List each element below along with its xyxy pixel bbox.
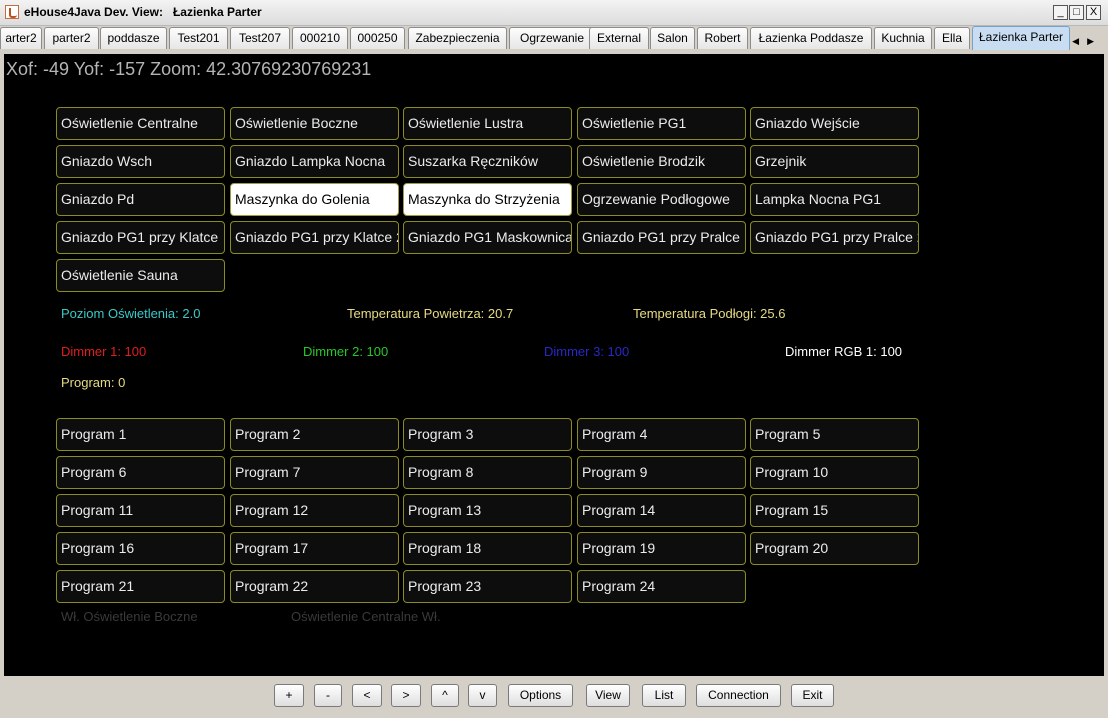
close-icon[interactable]: X (1086, 5, 1101, 20)
tab-zabezpieczenia[interactable]: Zabezpieczenia (408, 27, 507, 49)
dimmer-2-reading[interactable]: Dimmer 2: 100 (303, 344, 388, 359)
dimmer-rgb-reading[interactable]: Dimmer RGB 1: 100 (785, 344, 902, 359)
app-window: eHouse4Java Dev. View: Łazienka Parter _… (0, 0, 1108, 718)
list-button[interactable]: List (642, 684, 686, 707)
output-button-ogrzewanie-podlogowe[interactable]: Ogrzewanie Podłogowe (577, 183, 746, 216)
program-button-5[interactable]: Program 5 (750, 418, 919, 451)
program-button-15[interactable]: Program 15 (750, 494, 919, 527)
program-button-12[interactable]: Program 12 (230, 494, 399, 527)
tab-test201[interactable]: Test201 (169, 27, 228, 49)
zoom-out-button[interactable]: - (314, 684, 342, 707)
program-button-8[interactable]: Program 8 (403, 456, 572, 489)
output-button-oswietlenie-pg1[interactable]: Oświetlenie PG1 (577, 107, 746, 140)
output-button-gniazdo-wsch[interactable]: Gniazdo Wsch (56, 145, 225, 178)
program-button-19[interactable]: Program 19 (577, 532, 746, 565)
program-button-10[interactable]: Program 10 (750, 456, 919, 489)
room-view-canvas: Xof: -49 Yof: -157 Zoom: 42.307692307692… (4, 54, 1104, 676)
output-button-grzejnik[interactable]: Grzejnik (750, 145, 919, 178)
pan-down-button[interactable]: v (468, 684, 497, 707)
tab-test207[interactable]: Test207 (230, 27, 290, 49)
program-button-24[interactable]: Program 24 (577, 570, 746, 603)
program-button-11[interactable]: Program 11 (56, 494, 225, 527)
minimize-icon[interactable]: _ (1053, 5, 1068, 20)
title-bar: eHouse4Java Dev. View: Łazienka Parter _… (0, 0, 1108, 26)
window-title: eHouse4Java Dev. View: Łazienka Parter (24, 5, 262, 19)
program-button-22[interactable]: Program 22 (230, 570, 399, 603)
tab-poddasze[interactable]: poddasze (100, 27, 167, 49)
program-button-9[interactable]: Program 9 (577, 456, 746, 489)
dimmer-3-reading[interactable]: Dimmer 3: 100 (544, 344, 629, 359)
program-button-4[interactable]: Program 4 (577, 418, 746, 451)
connection-button[interactable]: Connection (696, 684, 781, 707)
floor-temperature-reading: Temperatura Podłogi: 25.6 (633, 306, 786, 321)
hint-left: Wł. Oświetlenie Boczne (61, 609, 198, 624)
program-button-13[interactable]: Program 13 (403, 494, 572, 527)
light-level-reading: Poziom Oświetlenia: 2.0 (61, 306, 201, 321)
view-button[interactable]: View (586, 684, 630, 707)
output-button-gniazdo-pg1-przy-klatce-2[interactable]: Gniazdo PG1 przy Klatce 2 (230, 221, 399, 254)
program-button-20[interactable]: Program 20 (750, 532, 919, 565)
pan-right-button[interactable]: > (391, 684, 421, 707)
program-reading: Program: 0 (61, 375, 126, 390)
tab-ella[interactable]: Ella (934, 27, 970, 49)
program-button-17[interactable]: Program 17 (230, 532, 399, 565)
output-button-oswietlenie-sauna[interactable]: Oświetlenie Sauna (56, 259, 225, 292)
tab-lazienka-poddasze[interactable]: Łazienka Poddasze (750, 27, 872, 49)
output-button-gniazdo-lampka-nocna[interactable]: Gniazdo Lampka Nocna (230, 145, 399, 178)
output-button-oswietlenie-lustra[interactable]: Oświetlenie Lustra (403, 107, 572, 140)
output-button-oswietlenie-brodzik[interactable]: Oświetlenie Brodzik (577, 145, 746, 178)
output-button-maszynka-do-strzyzenia[interactable]: Maszynka do Strzyżenia (403, 183, 572, 216)
output-button-suszarka-recznikow[interactable]: Suszarka Ręczników (403, 145, 572, 178)
zoom-in-button[interactable]: + (274, 684, 304, 707)
pan-left-button[interactable]: < (352, 684, 382, 707)
program-button-1[interactable]: Program 1 (56, 418, 225, 451)
output-button-maszynka-do-golenia[interactable]: Maszynka do Golenia (230, 183, 399, 216)
tab-kuchnia[interactable]: Kuchnia (874, 27, 932, 49)
exit-button[interactable]: Exit (791, 684, 834, 707)
output-button-gniazdo-wejscie[interactable]: Gniazdo Wejście (750, 107, 919, 140)
output-button-gniazdo-pg1-maskownica[interactable]: Gniazdo PG1 Maskownica (403, 221, 572, 254)
output-button-gniazdo-pg1-przy-klatce[interactable]: Gniazdo PG1 przy Klatce (56, 221, 225, 254)
tab-000210[interactable]: 000210 (292, 27, 348, 49)
program-button-23[interactable]: Program 23 (403, 570, 572, 603)
bottom-toolbar: + - < > ^ v Options View List Connection Exit (0, 676, 1108, 718)
tab-lazienka-parter[interactable]: Łazienka Parter (972, 26, 1070, 50)
program-button-16[interactable]: Program 16 (56, 532, 225, 565)
room-tabs: ◀▶ arter2 parter2 poddasze Test201 Test207 00… (0, 26, 1108, 52)
air-temperature-reading: Temperatura Powietrza: 20.7 (347, 306, 514, 321)
program-button-21[interactable]: Program 21 (56, 570, 225, 603)
program-button-7[interactable]: Program 7 (230, 456, 399, 489)
pan-up-button[interactable]: ^ (431, 684, 459, 707)
dimmer-1-reading[interactable]: Dimmer 1: 100 (61, 344, 146, 359)
tab-arter2[interactable]: arter2 (0, 27, 42, 49)
program-button-18[interactable]: Program 18 (403, 532, 572, 565)
tab-external[interactable]: External (589, 27, 649, 49)
tab-salon[interactable]: Salon (650, 27, 695, 49)
output-button-lampka-nocna-pg1[interactable]: Lampka Nocna PG1 (750, 183, 919, 216)
output-button-gniazdo-pd[interactable]: Gniazdo Pd (56, 183, 225, 216)
output-button-oswietlenie-centralne[interactable]: Oświetlenie Centralne (56, 107, 225, 140)
program-button-6[interactable]: Program 6 (56, 456, 225, 489)
tab-scroll-arrows[interactable]: ◀▶ (1072, 36, 1102, 47)
output-button-gniazdo-pg1-przy-pralce[interactable]: Gniazdo PG1 przy Pralce (577, 221, 746, 254)
tab-robert[interactable]: Robert (697, 27, 748, 49)
output-button-gniazdo-pg1-przy-pralce-2[interactable]: Gniazdo PG1 przy Pralce 2 (750, 221, 919, 254)
scroll-right-icon[interactable]: ▶ (1087, 36, 1102, 46)
java-app-icon (5, 5, 19, 19)
scroll-left-icon[interactable]: ◀ (1072, 36, 1087, 46)
view-coordinates: Xof: -49 Yof: -157 Zoom: 42.307692307692… (6, 59, 372, 79)
program-button-3[interactable]: Program 3 (403, 418, 572, 451)
program-button-2[interactable]: Program 2 (230, 418, 399, 451)
tab-parter2[interactable]: parter2 (44, 27, 99, 49)
tab-000250[interactable]: 000250 (350, 27, 405, 49)
tab-ogrzewanie[interactable]: Ogrzewanie (509, 27, 595, 49)
hint-right: Oświetlenie Centralne Wł. (291, 609, 441, 624)
output-button-oswietlenie-boczne[interactable]: Oświetlenie Boczne (230, 107, 399, 140)
options-button[interactable]: Options (508, 684, 573, 707)
maximize-icon[interactable]: □ (1069, 5, 1084, 20)
program-button-14[interactable]: Program 14 (577, 494, 746, 527)
